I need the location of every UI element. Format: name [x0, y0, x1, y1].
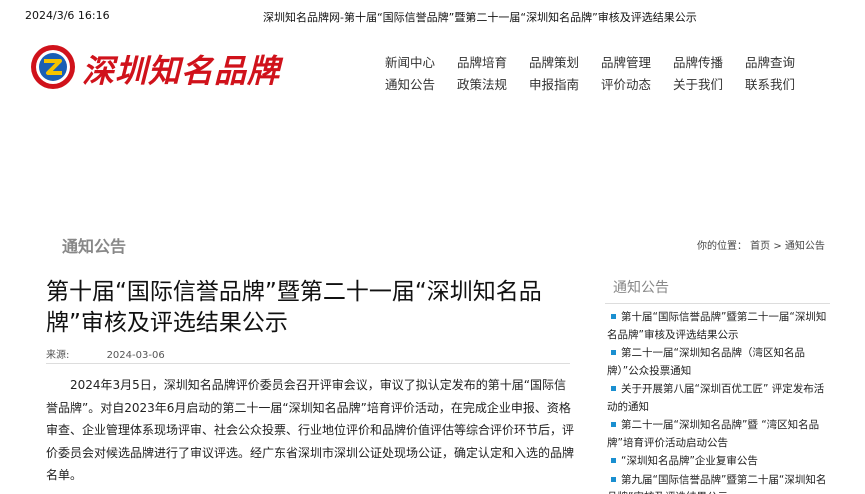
- sidebar-item[interactable]: “深圳知名品牌”企业复审公告: [607, 453, 831, 471]
- nav-item-brand-cultivation[interactable]: 品牌培育: [457, 52, 529, 74]
- sidebar-item[interactable]: 关于开展第八届“深圳百优工匠” 评定发布活动的通知: [607, 381, 831, 416]
- article-title: 第十届“国际信誉品牌”暨第二十一届“深圳知名品牌”审核及评选结果公示: [46, 279, 542, 336]
- nav-item-news[interactable]: 新闻中心: [385, 52, 457, 74]
- sidebar-item[interactable]: 第十届“国际信誉品牌”暨第二十一届“深圳知名品牌”审核及评选结果公示: [607, 309, 831, 344]
- nav-item-brand-management[interactable]: 品牌管理: [601, 52, 673, 74]
- breadcrumb[interactable]: 你的位置： 首页 > 通知公告: [697, 237, 825, 252]
- sidebar-title: 通知公告: [613, 280, 669, 296]
- sidebar-item[interactable]: 第九届“国际信誉品牌”暨第二十届“深圳知名品牌”审核及评选结果公示: [607, 472, 831, 494]
- print-page-title: 深圳知名品牌网-第十届“国际信誉品牌”暨第二十一届“深圳知名品牌”审核及评选结果…: [263, 11, 697, 24]
- nav-item-about-us[interactable]: 关于我们: [673, 74, 745, 96]
- nav-item-policies[interactable]: 政策法规: [457, 74, 529, 96]
- sidebar-item[interactable]: 第二十一届“深圳知名品牌”暨 “湾区知名品牌”培育评价活动启动公告: [607, 417, 831, 452]
- nav-item-application-guide[interactable]: 申报指南: [529, 74, 601, 96]
- nav-item-contact-us[interactable]: 联系我们: [745, 74, 817, 96]
- sidebar-item-label: 第二十一届“深圳知名品牌”暨 “湾区知名品牌”培育评价活动启动公告: [607, 419, 820, 449]
- sidebar-divider: [605, 303, 830, 304]
- print-header: 2024/3/6 16:16 深圳知名品牌网-第十届“国际信誉品牌”暨第二十一届…: [0, 9, 865, 25]
- sidebar-item-label: 关于开展第八届“深圳百优工匠” 评定发布活动的通知: [607, 383, 825, 413]
- logo-emblem-icon: [31, 45, 75, 89]
- bullet-square-icon: [611, 314, 616, 319]
- article-date: 2024-03-06: [106, 350, 165, 361]
- nav-item-brand-query[interactable]: 品牌查询: [745, 52, 817, 74]
- article-body: 2024年3月5日，深圳知名品牌评价委员会召开评审会议，审议了拟认定发布的第十届…: [46, 378, 575, 482]
- sidebar-item-label: 第二十一届“深圳知名品牌（湾区知名品牌）”公众投票通知: [607, 347, 805, 377]
- sidebar-item[interactable]: 第二十一届“深圳知名品牌（湾区知名品牌）”公众投票通知: [607, 345, 831, 380]
- sidebar-list: 第十届“国际信誉品牌”暨第二十一届“深圳知名品牌”审核及评选结果公示 第二十一届…: [607, 309, 831, 494]
- bullet-square-icon: [611, 386, 616, 391]
- nav-item-notices[interactable]: 通知公告: [385, 74, 457, 96]
- nav-row-2: 通知公告 政策法规 申报指南 评价动态 关于我们 联系我们: [385, 74, 825, 96]
- article-source-label: 来源:: [46, 350, 70, 361]
- nav-item-evaluation-news[interactable]: 评价动态: [601, 74, 673, 96]
- bullet-square-icon: [611, 458, 616, 463]
- sidebar-item-label: 第九届“国际信誉品牌”暨第二十届“深圳知名品牌”审核及评选结果公示: [607, 473, 827, 494]
- bullet-square-icon: [611, 476, 616, 482]
- sidebar-item-label: “深圳知名品牌”企业复审公告: [621, 455, 758, 467]
- print-date: 2024/3/6 16:16: [25, 9, 110, 22]
- section-title: 通知公告: [62, 237, 127, 256]
- main-nav: 新闻中心 品牌培育 品牌策划 品牌管理 品牌传播 品牌查询 通知公告 政策法规 …: [385, 52, 825, 96]
- meta-divider: [46, 363, 570, 364]
- nav-item-brand-planning[interactable]: 品牌策划: [529, 52, 601, 74]
- bullet-square-icon: [611, 350, 616, 355]
- nav-row-1: 新闻中心 品牌培育 品牌策划 品牌管理 品牌传播 品牌查询: [385, 52, 825, 74]
- nav-item-brand-communication[interactable]: 品牌传播: [673, 52, 745, 74]
- logo-text: 深圳知名品牌: [82, 52, 281, 90]
- sidebar-item-label: 第十届“国际信誉品牌”暨第二十一届“深圳知名品牌”审核及评选结果公示: [607, 311, 827, 341]
- bullet-square-icon: [611, 422, 616, 427]
- site-logo[interactable]: 深圳知名品牌: [30, 44, 279, 92]
- article-meta: 来源: 2024-03-06: [46, 346, 199, 361]
